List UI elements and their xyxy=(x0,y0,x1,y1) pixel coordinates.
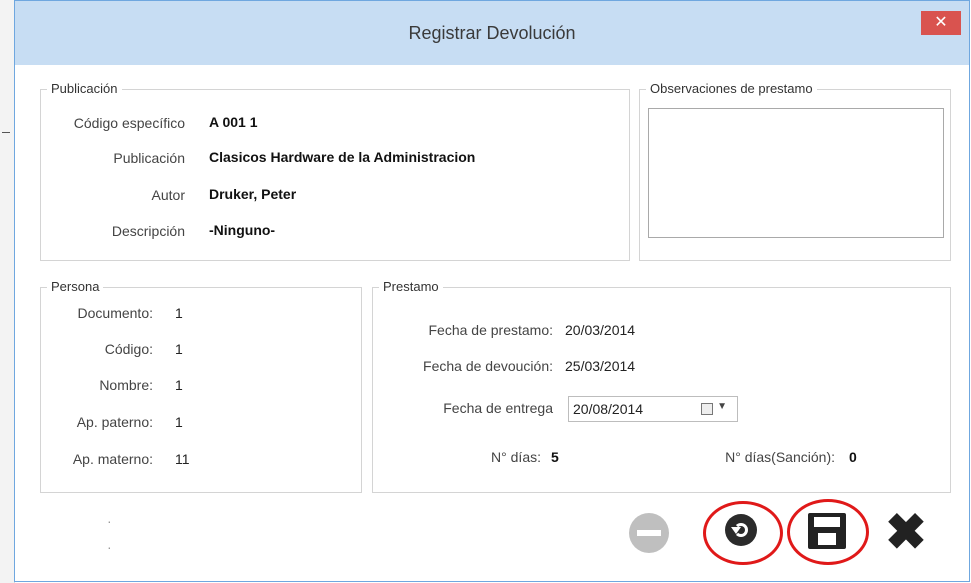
chevron-down-icon[interactable]: ▼ xyxy=(717,401,727,412)
undo-button[interactable] xyxy=(703,501,783,565)
dias-sancion-value: 0 xyxy=(849,449,857,465)
dias-label: N° días: xyxy=(491,449,541,465)
codigo-especifico-value: A 001 1 xyxy=(209,114,258,130)
cancel-loan-icon[interactable] xyxy=(629,513,669,553)
persona-group: Persona Documento: 1 Código: 1 Nombre: 1… xyxy=(40,279,362,493)
fecha-devolucion-label: Fecha de devoución: xyxy=(423,358,553,374)
publicacion-label: Publicación xyxy=(113,150,185,166)
observaciones-textarea[interactable] xyxy=(648,108,944,238)
autor-value: Druker, Peter xyxy=(209,186,297,202)
autor-label: Autor xyxy=(151,187,185,203)
descripcion-label: Descripción xyxy=(111,223,185,239)
publicacion-legend: Publicación xyxy=(47,81,122,97)
documento-value: 1 xyxy=(175,305,183,321)
window-close-button[interactable]: ✕ xyxy=(921,11,961,35)
fecha-entrega-value: 20/08/2014 xyxy=(573,401,644,417)
ap-materno-label: Ap. materno: xyxy=(72,451,153,467)
fecha-prestamo-label: Fecha de prestamo: xyxy=(428,322,553,338)
decorative-dot: · xyxy=(107,539,112,555)
close-icon[interactable]: ✖ xyxy=(881,507,931,557)
fecha-prestamo-value: 20/03/2014 xyxy=(565,322,636,338)
calendar-icon[interactable] xyxy=(701,403,713,415)
dias-value: 5 xyxy=(551,449,559,465)
codigo-value: 1 xyxy=(175,341,183,357)
save-icon xyxy=(808,513,846,549)
publicacion-value: Clasicos Hardware de la Administracion xyxy=(209,149,476,165)
persona-legend: Persona xyxy=(47,279,104,295)
minus-bar xyxy=(637,530,661,536)
fecha-entrega-label: Fecha de entrega xyxy=(443,400,553,416)
documento-label: Documento: xyxy=(77,305,153,321)
background-window-edge xyxy=(0,0,15,583)
window-title: Registrar Devolución xyxy=(408,23,576,43)
publicacion-group: Publicación Código específico A 001 1 Pu… xyxy=(40,81,630,261)
codigo-label: Código: xyxy=(104,341,153,357)
decorative-dot: · xyxy=(107,513,112,529)
ap-paterno-label: Ap. paterno: xyxy=(76,414,153,430)
background-mark xyxy=(2,132,10,133)
fecha-entrega-datepicker[interactable]: 20/08/2014 ▼ xyxy=(568,396,738,422)
nombre-label: Nombre: xyxy=(99,377,153,393)
floppy-label xyxy=(814,517,840,527)
ap-paterno-value: 1 xyxy=(175,414,183,430)
observaciones-legend: Observaciones de prestamo xyxy=(646,81,817,97)
registrar-devolucion-dialog: Registrar Devolución ✕ Publicación Códig… xyxy=(14,0,970,582)
observaciones-group: Observaciones de prestamo xyxy=(639,81,951,261)
save-button[interactable] xyxy=(787,499,869,565)
ap-materno-value: 11 xyxy=(175,451,190,467)
title-bar[interactable]: Registrar Devolución ✕ xyxy=(15,1,969,65)
codigo-especifico-label: Código específico xyxy=(73,115,185,131)
dias-sancion-label: N° días(Sanción): xyxy=(725,449,835,465)
prestamo-legend: Prestamo xyxy=(379,279,443,295)
nombre-value: 1 xyxy=(175,377,183,393)
floppy-slot xyxy=(818,533,836,545)
prestamo-group: Prestamo Fecha de prestamo: 20/03/2014 F… xyxy=(372,279,951,493)
descripcion-value: -Ninguno- xyxy=(209,222,276,238)
fecha-devolucion-value: 25/03/2014 xyxy=(565,358,636,374)
undo-icon xyxy=(725,514,757,546)
